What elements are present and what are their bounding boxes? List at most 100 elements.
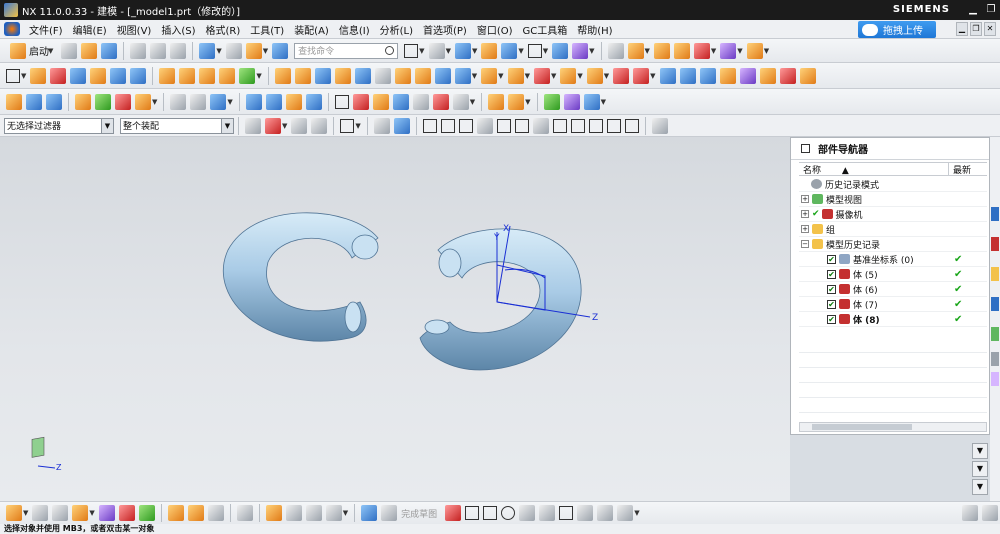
sketch-spline-icon[interactable] xyxy=(617,505,634,521)
sketch-arc-icon[interactable] xyxy=(483,506,498,520)
redo-icon[interactable] xyxy=(225,42,242,59)
move-face-icon[interactable] xyxy=(98,505,115,521)
chevron-down-icon[interactable]: ▼ xyxy=(216,47,221,55)
chevron-down-icon[interactable]: ▼ xyxy=(343,509,348,517)
render-style-icon[interactable] xyxy=(428,42,445,59)
triangle-icon[interactable] xyxy=(334,94,349,109)
snap-curve-point-icon[interactable] xyxy=(552,118,567,133)
chevron-down-icon[interactable]: ▼ xyxy=(221,118,233,133)
through-curves-icon[interactable] xyxy=(679,67,696,84)
select-face-icon[interactable] xyxy=(311,117,328,134)
general-selection-icon[interactable] xyxy=(265,117,281,134)
pocket-icon[interactable] xyxy=(199,67,216,84)
offset-face-icon[interactable] xyxy=(454,67,471,84)
chevron-down-icon[interactable]: ▼ xyxy=(650,72,655,80)
thicken-icon[interactable] xyxy=(799,67,816,84)
studio-spline-icon[interactable] xyxy=(210,93,227,110)
resource-tab-icon[interactable] xyxy=(991,327,999,341)
note-icon[interactable] xyxy=(412,93,429,110)
doc-restore-button[interactable]: ❐ xyxy=(970,22,982,36)
cylinder-icon[interactable] xyxy=(90,67,107,84)
bounded-plane-icon[interactable] xyxy=(739,67,756,84)
navigator-pin-icon[interactable] xyxy=(801,144,810,153)
edit-feature-icon[interactable] xyxy=(6,505,22,521)
menu-tools[interactable]: 工具(T) xyxy=(245,22,289,37)
through-mesh-icon[interactable] xyxy=(699,67,716,84)
graphics-viewport[interactable]: Y X Z Z xyxy=(0,137,790,501)
trim-body-icon[interactable] xyxy=(414,67,431,84)
drafting-view-icon[interactable] xyxy=(352,93,369,110)
expand-icon[interactable]: + xyxy=(801,210,809,218)
chevron-down-icon[interactable]: ▼ xyxy=(472,47,477,55)
doc-minimize-button[interactable]: ▁ xyxy=(956,22,968,36)
tree-node-body-6[interactable]: ✔ 体 (6) ✔ xyxy=(799,282,987,297)
emboss-icon[interactable] xyxy=(560,67,577,84)
tree-node-model-history[interactable]: − 模型历史记录 xyxy=(799,237,987,252)
chevron-down-icon[interactable]: ▼ xyxy=(256,72,261,80)
menu-assembly[interactable]: 装配(A) xyxy=(289,22,334,37)
intersect-icon[interactable] xyxy=(314,67,331,84)
text-curve-icon[interactable] xyxy=(135,93,151,110)
orient-view-icon[interactable] xyxy=(552,42,569,59)
dimension-icon[interactable] xyxy=(392,93,409,110)
tolerance-10h7-icon[interactable] xyxy=(452,93,469,110)
part-icon[interactable] xyxy=(32,505,49,521)
add-component-icon[interactable] xyxy=(508,93,525,110)
chevron-down-icon[interactable]: ▼ xyxy=(472,72,477,80)
chevron-down-icon[interactable]: ▼ xyxy=(89,509,94,517)
pattern-feature-icon[interactable] xyxy=(481,67,498,84)
profile-icon[interactable] xyxy=(445,505,462,521)
tree-node-body-5[interactable]: ✔ 体 (5) ✔ xyxy=(799,267,987,282)
sew-icon[interactable] xyxy=(613,67,630,84)
sketch-point-icon[interactable] xyxy=(597,505,614,521)
paste-icon[interactable] xyxy=(170,42,187,59)
thread-icon[interactable] xyxy=(533,67,550,84)
move-object-icon[interactable] xyxy=(693,42,710,59)
chevron-down-icon[interactable]: ▼ xyxy=(23,509,28,517)
column-name-header[interactable]: 名称 ▲ xyxy=(799,163,949,176)
snap-control-point-icon[interactable] xyxy=(458,118,473,133)
promote-icon[interactable] xyxy=(187,505,204,521)
extrude-icon[interactable] xyxy=(30,67,47,84)
snap-center-icon[interactable] xyxy=(570,118,585,133)
tree-node-groups[interactable]: + 组 xyxy=(799,222,987,237)
search-icon[interactable] xyxy=(385,46,395,55)
snap-tangent-icon[interactable] xyxy=(606,118,621,133)
point-icon[interactable] xyxy=(720,42,737,59)
menu-file[interactable]: 文件(F) xyxy=(24,22,68,37)
restore-button[interactable]: ❐ xyxy=(984,3,998,17)
resource-tab-icon[interactable] xyxy=(991,237,999,251)
scrollbar-thumb[interactable] xyxy=(812,424,912,430)
select-feature-icon[interactable] xyxy=(291,117,308,134)
menu-view[interactable]: 视图(V) xyxy=(112,22,157,37)
chevron-down-icon[interactable]: ▼ xyxy=(446,47,451,55)
menu-analysis[interactable]: 分析(L) xyxy=(375,22,418,37)
undo-icon[interactable] xyxy=(199,42,216,59)
chevron-down-icon[interactable]: ▼ xyxy=(604,72,609,80)
chevron-down-icon[interactable]: ▼ xyxy=(589,47,594,55)
chevron-down-icon[interactable]: ▼ xyxy=(543,47,548,55)
check-geometry-icon[interactable] xyxy=(543,93,560,110)
menu-preferences[interactable]: 首选项(P) xyxy=(418,22,472,37)
cloud-upload-button[interactable]: 拖拽上传 xyxy=(858,21,936,38)
minimize-button[interactable]: ▁ xyxy=(966,3,980,17)
select-body-icon[interactable] xyxy=(373,117,390,134)
visibility-checkbox[interactable]: ✔ xyxy=(827,299,836,309)
replace-face-icon[interactable] xyxy=(118,505,135,521)
menu-information[interactable]: 信息(I) xyxy=(334,22,375,37)
resource-tab-icon[interactable] xyxy=(991,267,999,281)
open-folder-icon[interactable] xyxy=(81,42,98,59)
analysis-icon[interactable] xyxy=(563,93,580,110)
groove-icon[interactable] xyxy=(239,67,256,84)
gdt-icon[interactable] xyxy=(432,93,449,110)
torus-body-left[interactable] xyxy=(222,212,379,342)
line-icon[interactable] xyxy=(170,93,187,110)
start-button[interactable]: 启动 ▼ xyxy=(4,42,59,59)
chevron-down-icon[interactable]: ▼ xyxy=(227,98,232,106)
torus-body-right[interactable] xyxy=(419,228,582,371)
cut-icon[interactable] xyxy=(130,42,147,59)
sketch-chamfer-icon[interactable] xyxy=(539,505,556,521)
select-all-icon[interactable] xyxy=(404,43,419,58)
tree-node-datum-csys[interactable]: ✔ 基准坐标系 (0) ✔ xyxy=(799,252,987,267)
sketch-task-icon[interactable] xyxy=(361,505,378,521)
